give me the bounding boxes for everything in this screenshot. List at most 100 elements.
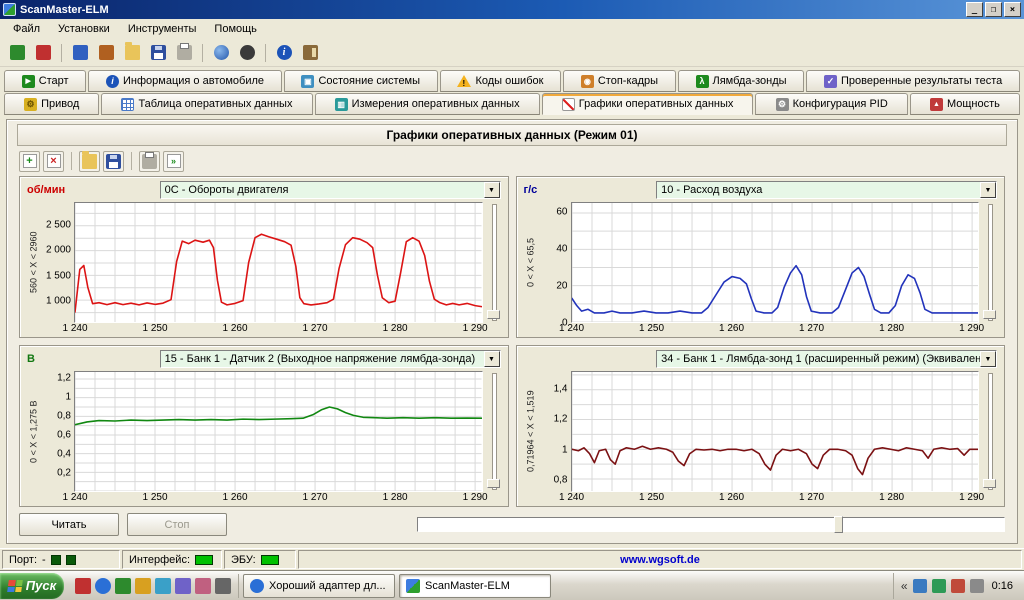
chevron-down-icon[interactable]: ▼ [980,351,996,367]
pid-select[interactable]: 15 - Банк 1 - Датчик 2 (Выходное напряже… [160,350,501,368]
export-button[interactable] [163,151,184,172]
slider-thumb[interactable] [983,479,996,488]
quick-launch-icon-3[interactable] [115,578,131,594]
quick-launch-icon-4[interactable] [135,578,151,594]
close-button[interactable]: × [1004,2,1021,17]
tab-start[interactable]: Старт [4,70,86,92]
tab-system-status[interactable]: Состояние системы [284,70,438,92]
quick-launch-icon-7[interactable] [195,578,211,594]
remove-graph-button[interactable] [43,151,64,172]
tab-test-results[interactable]: Проверенные результаты теста [806,70,1020,92]
tray-expand-icon[interactable]: « [901,579,908,593]
panel-title: Графики оперативных данных (Режим 01) [17,124,1007,146]
tab-power[interactable]: Мощность [910,93,1020,115]
taskbar-task-scanmaster[interactable]: ScanMaster-ELM [399,574,551,598]
exit-icon [303,45,318,60]
display-icon[interactable] [970,579,984,593]
tab-vehicle-info[interactable]: Информация о автомобиле [88,70,281,92]
maximize-button[interactable]: ❐ [985,2,1002,17]
language-button[interactable] [209,41,233,65]
start-button[interactable]: Пуск [0,573,64,599]
main-toolbar [0,39,1024,67]
chart-unit-label: г/с [524,184,570,196]
tab-live-data-table[interactable]: Таблица оперативных данных [101,93,312,115]
antivirus-icon[interactable] [951,579,965,593]
connect-button[interactable] [5,41,29,65]
disconnect-button[interactable] [31,41,55,65]
task-label: ScanMaster-ELM [425,580,510,592]
read-button[interactable]: Читать [19,513,119,536]
open-layout-button[interactable] [79,151,100,172]
menu-settings[interactable]: Установки [49,21,119,37]
chevron-down-icon[interactable]: ▼ [484,351,500,367]
y-scale-slider[interactable] [982,202,997,323]
minimize-button[interactable]: _ [966,2,983,17]
menu-tools[interactable]: Инструменты [119,21,206,37]
x-tick-label: 1 280 [383,492,408,503]
chevron-down-icon[interactable]: ▼ [484,182,500,198]
tab-lambda-sensors[interactable]: Лямбда-зонды [678,70,804,92]
print-graphs-button[interactable] [139,151,160,172]
network-icon[interactable] [932,579,946,593]
pid-select[interactable]: 10 - Расход воздуха ▼ [656,181,997,199]
exit-button[interactable] [298,41,322,65]
quick-launch-icon-6[interactable] [175,578,191,594]
y-scale-slider[interactable] [486,202,501,323]
y-tick-label: 1 [562,444,568,455]
print-button[interactable] [172,41,196,65]
quick-launch-icon-2[interactable] [95,578,111,594]
ecu-icon [99,45,114,60]
add-graph-button[interactable] [19,151,40,172]
record-button[interactable] [235,41,259,65]
chevron-down-icon[interactable]: ▼ [980,182,996,198]
save-button[interactable] [146,41,170,65]
y-tick-label: 1,4 [554,384,568,395]
pid-select[interactable]: 34 - Банк 1 - Лямбда-зонд 1 (расширенный… [656,350,997,368]
vehicle-button[interactable] [68,41,92,65]
slider-thumb[interactable] [983,310,996,319]
y-tick-label: 1 500 [46,270,71,281]
quick-launch-icon-8[interactable] [215,578,231,594]
tray-clock[interactable]: 0:16 [992,580,1013,592]
timeline-slider-thumb[interactable] [834,516,843,533]
x-tick-label: 1 240 [62,492,87,503]
tab-live-data-measure[interactable]: Измерения оперативных данных [315,93,540,115]
vehicle-icon [73,45,88,60]
save-layout-button[interactable] [103,151,124,172]
tab-drive[interactable]: Привод [4,93,99,115]
connect-icon [10,45,25,60]
pid-select-value: 0C - Обороты двигателя [165,184,484,196]
tab-freeze-frames[interactable]: Стоп-кадры [563,70,676,92]
pid-select[interactable]: 0C - Обороты двигателя ▼ [160,181,501,199]
x-tick-label: 1 240 [559,492,584,503]
about-button[interactable] [272,41,296,65]
stop-button[interactable]: Стоп [127,513,227,536]
taskbar-task-adapter[interactable]: Хороший адаптер дл... [243,574,395,598]
quick-launch-icon-5[interactable] [155,578,171,594]
y-scale-slider[interactable] [486,371,501,492]
website-link[interactable]: www.wgsoft.de [620,554,700,566]
charts-grid: об/мин 0C - Обороты двигателя ▼ 560 < X … [7,174,1017,511]
x-tick-label: 1 270 [799,323,824,334]
slider-thumb[interactable] [487,310,500,319]
ecu-button[interactable] [94,41,118,65]
tab-row-2: Привод Таблица оперативных данных Измере… [4,93,1020,115]
x-axis: 1 2401 2501 2601 2701 2801 290 [572,492,979,505]
globe-icon [214,45,229,60]
y-tick-label: 0,6 [57,430,71,441]
quick-launch-icon-1[interactable] [75,578,91,594]
menu-file[interactable]: Файл [4,21,49,37]
title-bar: ScanMaster-ELM _ ❐ × [0,0,1024,19]
tab-pid-config[interactable]: Конфигурация PID [755,93,907,115]
tab-live-data-graphs[interactable]: Графики оперативных данных [542,93,754,115]
menu-help[interactable]: Помощь [205,21,266,37]
slider-thumb[interactable] [487,479,500,488]
timeline-slider[interactable] [417,517,1005,532]
taskbar: Пуск Хороший адаптер дл... ScanMaster-EL… [0,570,1024,600]
tab-error-codes[interactable]: Коды ошибок [440,70,561,92]
x-tick-label: 1 240 [62,323,87,334]
y-scale-slider[interactable] [982,371,997,492]
y-tick-label: 0,4 [57,449,71,460]
volume-icon[interactable] [913,579,927,593]
open-button[interactable] [120,41,144,65]
